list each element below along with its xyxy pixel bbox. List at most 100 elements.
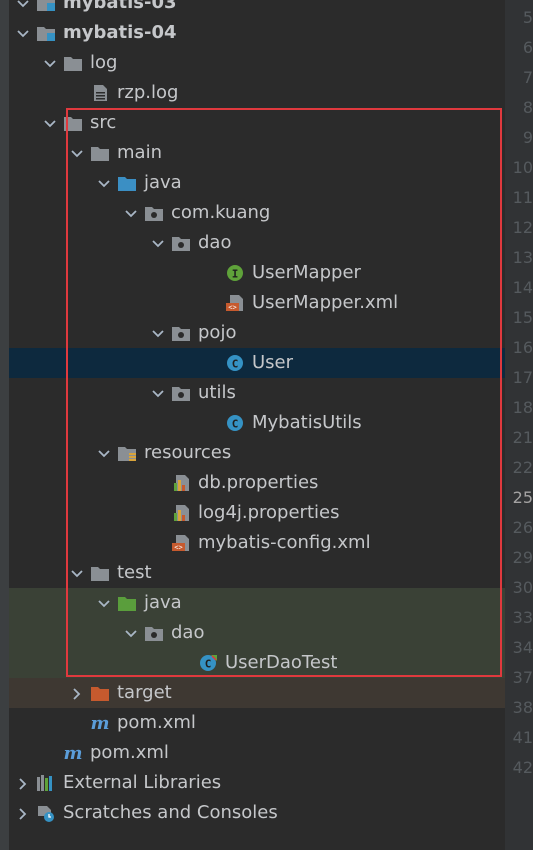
class-icon: C	[225, 414, 245, 432]
interface-icon: I	[225, 264, 245, 282]
chevron-right-icon[interactable]	[16, 776, 30, 790]
tree-node-label: External Libraries	[63, 772, 222, 793]
tree-node-scratches-and-consoles[interactable]: Scratches and Consoles	[9, 798, 505, 828]
line-number: 8	[522, 98, 533, 117]
tree-node-label: MybatisUtils	[252, 412, 362, 433]
chevron-down-icon[interactable]	[124, 206, 138, 220]
svg-text:m: m	[63, 744, 82, 762]
properties-file-icon	[171, 504, 191, 522]
chevron-down-icon[interactable]	[97, 596, 111, 610]
tree-node-userdaotest-class[interactable]: C UserDaoTest	[9, 648, 505, 678]
tree-node-label: src	[90, 112, 117, 133]
tree-node-label: utils	[198, 382, 236, 403]
tree-node-label: UserMapper	[252, 262, 361, 283]
chevron-right-icon[interactable]	[16, 806, 30, 820]
tree-node-utils-package[interactable]: utils	[9, 378, 505, 408]
chevron-down-icon[interactable]	[97, 446, 111, 460]
tree-node-label: rzp.log	[117, 82, 179, 103]
svg-text:<>: <>	[174, 544, 182, 552]
chevron-down-icon[interactable]	[97, 176, 111, 190]
xml-file-icon: <>	[171, 534, 191, 552]
tree-node-test-folder[interactable]: test	[9, 558, 505, 588]
tree-node-label: java	[144, 172, 182, 193]
chevron-down-icon[interactable]	[70, 146, 84, 160]
package-icon	[171, 324, 191, 342]
test-class-icon: C	[198, 654, 218, 672]
chevron-down-icon[interactable]	[43, 56, 57, 70]
line-number: 7	[522, 68, 533, 87]
tree-node-label: com.kuang	[171, 202, 271, 223]
tree-node-java-source-folder[interactable]: java	[9, 168, 505, 198]
tree-node-label: Scratches and Consoles	[63, 802, 278, 823]
tree-node-label: test	[117, 562, 152, 583]
tree-node-module-pom-xml[interactable]: m pom.xml	[9, 708, 505, 738]
text-file-icon	[90, 84, 110, 102]
tree-node-main-folder[interactable]: main	[9, 138, 505, 168]
line-number: 38	[512, 698, 533, 717]
svg-text:C: C	[205, 658, 212, 671]
tree-node-mybatis-03-module[interactable]: mybatis-03	[9, 0, 505, 18]
package-icon	[171, 384, 191, 402]
line-number: 6	[522, 38, 533, 57]
chevron-down-icon[interactable]	[151, 386, 165, 400]
package-icon	[144, 204, 164, 222]
tree-node-root-pom-xml[interactable]: m pom.xml	[9, 738, 505, 768]
tree-node-label: dao	[171, 622, 205, 643]
tree-node-label: log	[90, 52, 118, 73]
tree-node-db-properties-file[interactable]: db.properties	[9, 468, 505, 498]
tree-node-label: User	[252, 352, 294, 373]
tree-node-label: pojo	[198, 322, 237, 343]
libraries-icon	[36, 774, 56, 792]
svg-text:I: I	[232, 268, 239, 281]
tree-node-label: pom.xml	[90, 742, 169, 763]
tree-node-label: java	[144, 592, 182, 613]
tree-node-resources-folder[interactable]: resources	[9, 438, 505, 468]
tree-node-pojo-package[interactable]: pojo	[9, 318, 505, 348]
tree-node-target-folder[interactable]: target	[9, 678, 505, 708]
class-icon: C	[225, 354, 245, 372]
chevron-down-icon[interactable]	[70, 566, 84, 580]
tree-node-com-kuang-package[interactable]: com.kuang	[9, 198, 505, 228]
module-folder-icon	[36, 24, 56, 42]
source-folder-icon	[117, 174, 137, 192]
line-number: 22	[512, 458, 533, 477]
chevron-down-icon[interactable]	[151, 236, 165, 250]
scratches-icon	[36, 804, 56, 822]
svg-text:C: C	[232, 418, 239, 431]
tree-node-log4j-properties-file[interactable]: log4j.properties	[9, 498, 505, 528]
tree-node-external-libraries[interactable]: External Libraries	[9, 768, 505, 798]
line-number: 37	[512, 668, 533, 687]
svg-text:<>: <>	[228, 304, 236, 312]
line-number: 11	[512, 188, 533, 207]
chevron-down-icon[interactable]	[16, 26, 30, 40]
tree-node-usermapper-interface[interactable]: I UserMapper	[9, 258, 505, 288]
chevron-right-icon[interactable]	[70, 686, 84, 700]
folder-icon	[90, 564, 110, 582]
line-number: 25	[512, 488, 533, 507]
line-number: 17	[512, 368, 533, 387]
tree-node-src-folder[interactable]: src	[9, 108, 505, 138]
tree-node-label: resources	[144, 442, 232, 463]
folder-icon	[63, 114, 83, 132]
tree-node-log-folder[interactable]: log	[9, 48, 505, 78]
line-number: 15	[512, 308, 533, 327]
package-icon	[171, 234, 191, 252]
tree-node-rzp-log-file[interactable]: rzp.log	[9, 78, 505, 108]
chevron-down-icon[interactable]	[43, 116, 57, 130]
tree-node-label: main	[117, 142, 162, 163]
chevron-down-icon[interactable]	[151, 326, 165, 340]
tree-node-test-java-folder[interactable]: java	[9, 588, 505, 618]
line-number: 10	[512, 158, 533, 177]
tree-node-mybatis-config-xml[interactable]: <> mybatis-config.xml	[9, 528, 505, 558]
tree-node-label: target	[117, 682, 172, 703]
tree-node-label: db.properties	[198, 472, 319, 493]
tree-node-dao-package[interactable]: dao	[9, 228, 505, 258]
tree-node-mybatis-04-module[interactable]: mybatis-04	[9, 18, 505, 48]
resources-folder-icon	[117, 444, 137, 462]
tree-node-user-class[interactable]: C User	[9, 348, 505, 378]
tree-node-mybatisutils-class[interactable]: C MybatisUtils	[9, 408, 505, 438]
tree-node-usermapper-xml[interactable]: <> UserMapper.xml	[9, 288, 505, 318]
chevron-down-icon[interactable]	[16, 0, 30, 10]
chevron-down-icon[interactable]	[124, 626, 138, 640]
tree-node-test-dao-package[interactable]: dao	[9, 618, 505, 648]
